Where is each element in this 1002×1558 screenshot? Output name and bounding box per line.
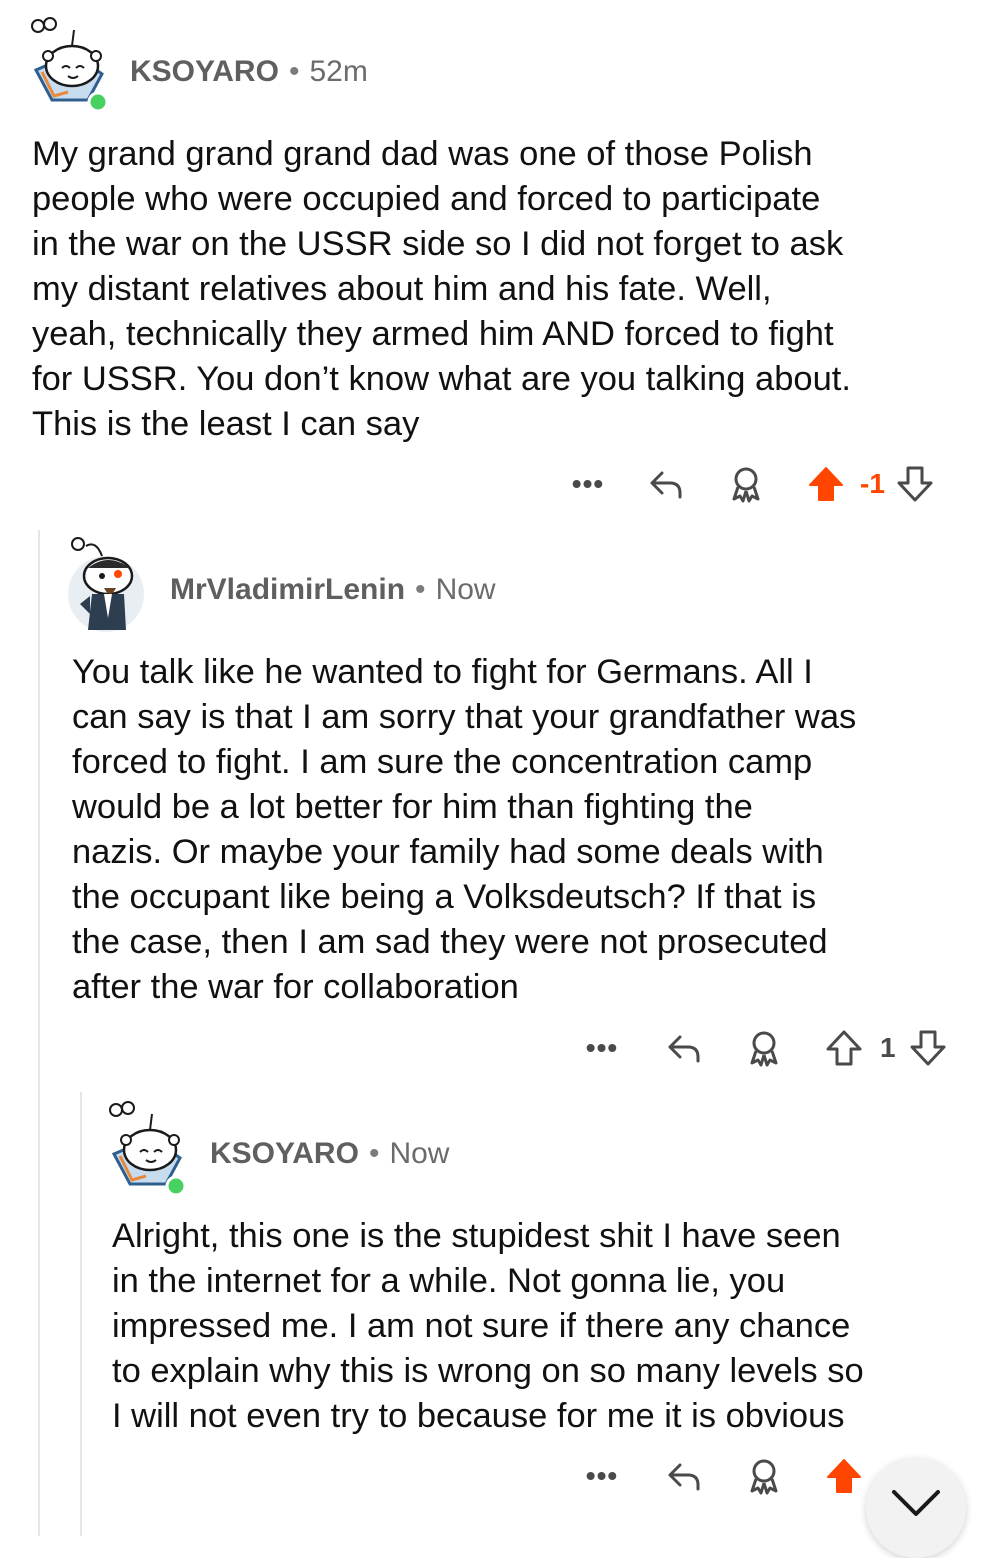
timestamp: Now bbox=[435, 573, 496, 606]
separator-dot: • bbox=[415, 573, 426, 606]
timestamp: 52m bbox=[309, 55, 368, 88]
downvote-icon[interactable] bbox=[908, 1029, 948, 1067]
username[interactable]: MrVladimirLenin bbox=[170, 573, 405, 607]
username[interactable]: KSOYARO bbox=[210, 1137, 359, 1171]
snoo-avatar-icon bbox=[109, 1101, 187, 1197]
thread-line-level-2[interactable] bbox=[80, 1092, 82, 1536]
comment-body: My grand grand grand dad was one of thos… bbox=[32, 135, 851, 443]
comment-actions: ••• bbox=[580, 1454, 864, 1498]
comment-actions: ••• 1 bbox=[580, 1026, 948, 1070]
avatar[interactable] bbox=[28, 14, 112, 114]
avatar[interactable] bbox=[106, 1098, 190, 1198]
more-options-icon[interactable]: ••• bbox=[566, 468, 610, 500]
award-icon[interactable] bbox=[744, 1029, 784, 1067]
upvote-icon[interactable] bbox=[824, 1457, 864, 1495]
snoo-avatar-icon bbox=[68, 537, 144, 632]
chevron-down-icon bbox=[892, 1490, 940, 1516]
vote-count: -1 bbox=[860, 468, 885, 499]
username[interactable]: KSOYARO bbox=[130, 55, 279, 89]
reply-icon[interactable] bbox=[664, 1031, 704, 1065]
separator-dot: • bbox=[368, 1137, 380, 1170]
thread-line-level-1[interactable] bbox=[38, 530, 40, 1536]
timestamp: Now bbox=[389, 1137, 450, 1170]
comment-actions: ••• -1 bbox=[566, 462, 935, 506]
comment-body: You talk like he wanted to fight for Ger… bbox=[72, 653, 857, 1006]
vote-count: 1 bbox=[880, 1032, 896, 1063]
reply-icon[interactable] bbox=[646, 467, 686, 501]
more-options-icon[interactable]: ••• bbox=[580, 1032, 624, 1064]
award-icon[interactable] bbox=[744, 1457, 784, 1495]
more-options-icon[interactable]: ••• bbox=[580, 1460, 624, 1492]
avatar[interactable] bbox=[66, 534, 148, 632]
upvote-icon[interactable] bbox=[824, 1029, 864, 1067]
scroll-down-button[interactable] bbox=[866, 1458, 966, 1558]
reply-icon[interactable] bbox=[664, 1459, 704, 1493]
snoo-avatar-icon bbox=[31, 17, 109, 113]
upvote-icon[interactable] bbox=[806, 465, 846, 503]
comment-body: Alright, this one is the stupidest shit … bbox=[112, 1217, 864, 1435]
downvote-icon[interactable] bbox=[895, 465, 935, 503]
separator-dot: • bbox=[288, 55, 300, 88]
award-icon[interactable] bbox=[726, 465, 766, 503]
